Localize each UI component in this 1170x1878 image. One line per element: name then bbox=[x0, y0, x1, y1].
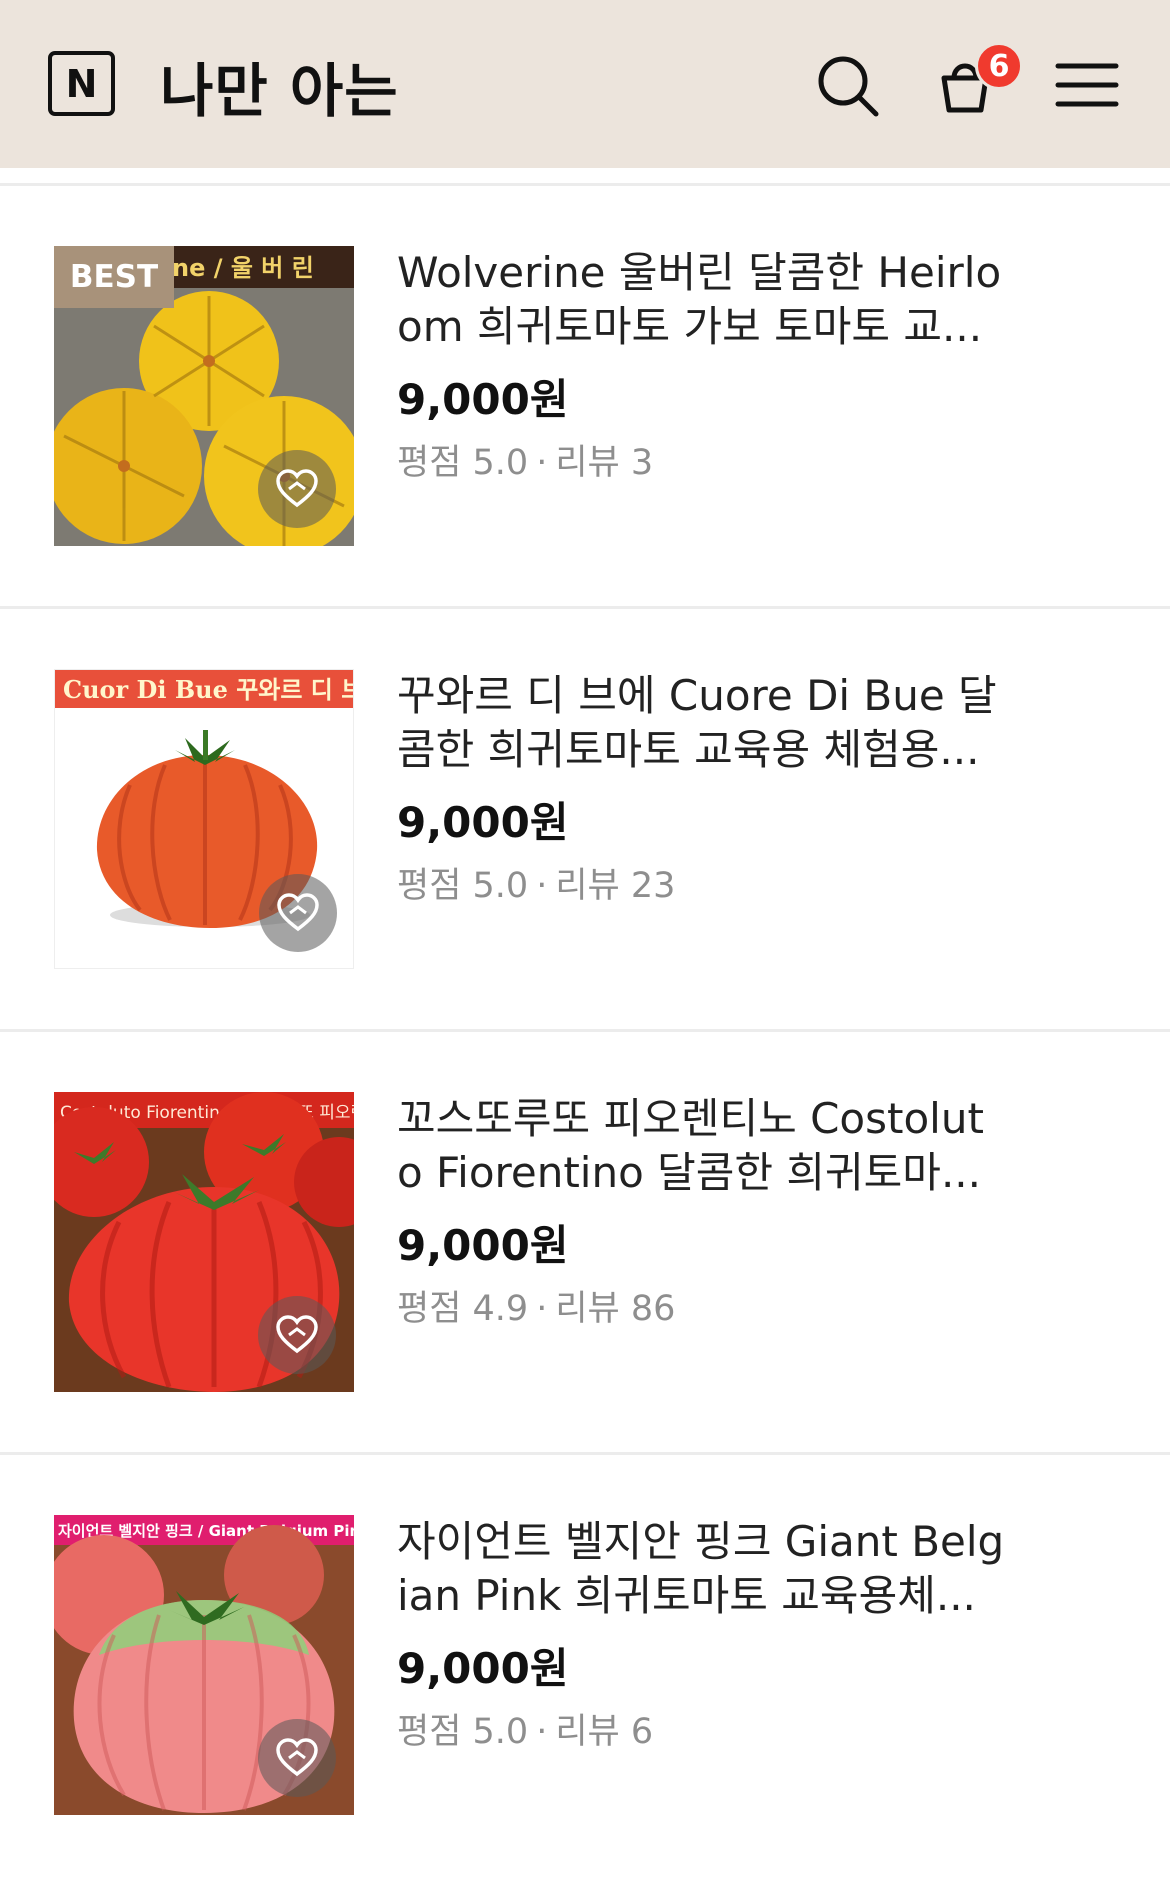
product-meta: 평점 5.0 · 리뷰 23 bbox=[397, 857, 1017, 908]
product-image[interactable]: ne / 울 버 린 BEST bbox=[54, 246, 354, 546]
meta-separator: · bbox=[536, 1289, 548, 1329]
product-title[interactable]: 자이언트 벨지안 핑크 Giant Belg ian Pink 희귀토마토 교육… bbox=[397, 1515, 1017, 1623]
product-title[interactable]: 꾸와르 디 브에 Cuore Di Bue 달 콤한 희귀토마토 교육용 체험용… bbox=[397, 669, 1017, 777]
wishlist-heart-button[interactable] bbox=[258, 1296, 336, 1374]
review-count: 리뷰 23 bbox=[555, 866, 676, 906]
product-info[interactable]: Wolverine 울버린 달콤한 Heirlo om 희귀토마토 가보 토마토… bbox=[397, 246, 1017, 485]
wishlist-heart-button[interactable] bbox=[258, 450, 336, 528]
rating-text: 평점 5.0 bbox=[397, 866, 529, 906]
meta-separator: · bbox=[536, 1712, 548, 1752]
cart-count-badge: 6 bbox=[975, 42, 1023, 90]
product-title[interactable]: Wolverine 울버린 달콤한 Heirlo om 희귀토마토 가보 토마토… bbox=[397, 246, 1017, 354]
search-icon[interactable] bbox=[812, 50, 882, 120]
menu-icon[interactable] bbox=[1052, 50, 1122, 120]
rating-text: 평점 4.9 bbox=[397, 1289, 529, 1329]
wishlist-heart-button[interactable] bbox=[259, 874, 337, 952]
product-price: 9,000원 bbox=[397, 798, 569, 847]
product-item[interactable]: 자이언트 벨지안 핑크 / Giant Belgium Pink 자이언트 벨지… bbox=[0, 1455, 1170, 1878]
store-logo[interactable]: N bbox=[48, 51, 115, 116]
product-price: 9,000원 bbox=[397, 1644, 569, 1693]
product-image[interactable]: Cuor Di Bue 꾸와르 디 브에 bbox=[54, 669, 354, 969]
product-info[interactable]: 꼬스또루또 피오렌티노 Costolut o Fiorentino 달콤한 희귀… bbox=[397, 1092, 1017, 1331]
product-image[interactable]: Costoluto Fiorentino 꼬스또루또 피오렌티노 bbox=[54, 1092, 354, 1392]
image-caption: ne / 울 버 린 bbox=[172, 254, 314, 282]
heart-icon bbox=[276, 1738, 318, 1777]
product-price: 9,000원 bbox=[397, 375, 569, 424]
heart-icon bbox=[276, 1315, 318, 1354]
image-caption: Cuor Di Bue 꾸와르 디 브에 bbox=[63, 675, 354, 704]
product-info[interactable]: 꾸와르 디 브에 Cuore Di Bue 달 콤한 희귀토마토 교육용 체험용… bbox=[397, 669, 1017, 908]
rating-text: 평점 5.0 bbox=[397, 1712, 529, 1752]
review-count: 리뷰 86 bbox=[555, 1289, 676, 1329]
meta-separator: · bbox=[536, 443, 548, 483]
product-title[interactable]: 꼬스또루또 피오렌티노 Costolut o Fiorentino 달콤한 희귀… bbox=[397, 1092, 1017, 1200]
rating-text: 평점 5.0 bbox=[397, 443, 529, 483]
product-meta: 평점 5.0 · 리뷰 3 bbox=[397, 434, 1017, 485]
product-price: 9,000원 bbox=[397, 1221, 569, 1270]
wishlist-heart-button[interactable] bbox=[258, 1719, 336, 1797]
meta-separator: · bbox=[536, 866, 548, 906]
heart-icon bbox=[277, 893, 319, 932]
product-image[interactable]: 자이언트 벨지안 핑크 / Giant Belgium Pink bbox=[54, 1515, 354, 1815]
product-item[interactable]: ne / 울 버 린 BEST Wolverine 울버린 달콤한 Heirlo… bbox=[0, 186, 1170, 609]
heart-icon bbox=[276, 469, 318, 508]
shop-name[interactable]: 나만 아는 bbox=[160, 44, 399, 128]
product-meta: 평점 4.9 · 리뷰 86 bbox=[397, 1280, 1017, 1331]
product-info[interactable]: 자이언트 벨지안 핑크 Giant Belg ian Pink 희귀토마토 교육… bbox=[397, 1515, 1017, 1754]
review-count: 리뷰 3 bbox=[555, 443, 654, 483]
product-meta: 평점 5.0 · 리뷰 6 bbox=[397, 1703, 1017, 1754]
product-item[interactable]: Costoluto Fiorentino 꼬스또루또 피오렌티노 꼬스또루또 피… bbox=[0, 1032, 1170, 1455]
review-count: 리뷰 6 bbox=[555, 1712, 654, 1752]
product-item[interactable]: Cuor Di Bue 꾸와르 디 브에 꾸와르 디 브에 Cuore Di B… bbox=[0, 609, 1170, 1032]
best-badge: BEST bbox=[54, 246, 174, 308]
app-header: N 나만 아는 6 bbox=[0, 0, 1170, 168]
